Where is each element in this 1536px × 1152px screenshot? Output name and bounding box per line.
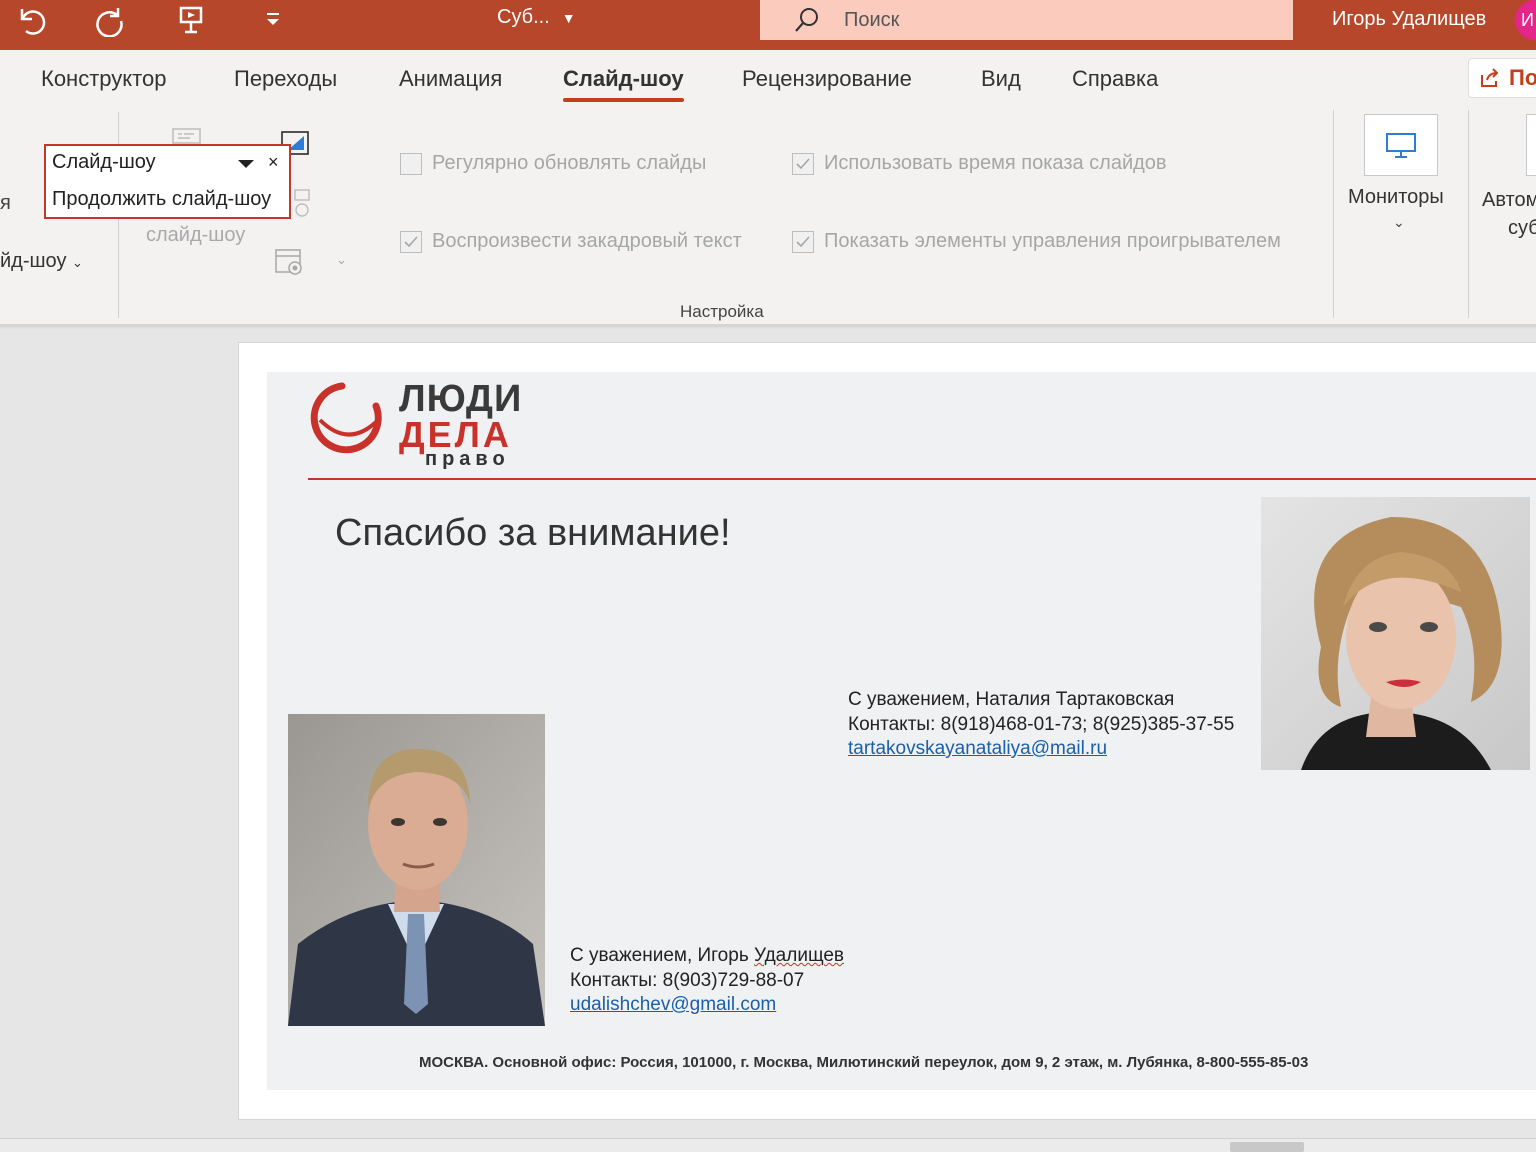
monitors-label[interactable]: Мониторы: [1348, 186, 1444, 209]
ribbon-tabs: Конструктор Переходы Анимация Слайд-шоу …: [0, 50, 1536, 106]
contact2-email-link[interactable]: udalishchev@gmail.com: [570, 994, 776, 1015]
auto-label-line2: суб: [1508, 217, 1536, 239]
user-name[interactable]: Игорь Удалищев: [1332, 8, 1486, 31]
close-icon[interactable]: ×: [268, 152, 279, 173]
slideshow-faded-label: слайд-шоу: [146, 224, 246, 246]
header-divider: [308, 478, 1536, 480]
checkbox-label: Регулярно обновлять слайды: [432, 152, 707, 174]
scrollbar-thumb[interactable]: [1230, 1142, 1304, 1152]
tab-review[interactable]: Рецензирование: [742, 66, 912, 92]
custom-slideshow-label: йд-шоу: [0, 250, 67, 272]
checkbox-box: [792, 152, 814, 175]
photo-woman: [1261, 497, 1530, 770]
slide-setup-icon[interactable]: [172, 126, 202, 144]
tab-view[interactable]: Вид: [981, 66, 1021, 92]
contact2-email-wrap: udalishchev@gmail.com: [570, 994, 776, 1016]
contact1-phones: Контакты: 8(918)468-01-73; 8(925)385-37-…: [848, 714, 1235, 735]
auto-subtitles-button[interactable]: [1526, 114, 1536, 176]
slide-headline: Спасибо за внимание!: [335, 512, 731, 554]
ribbon-separator: [1468, 110, 1469, 318]
title-bar: Суб... ▼ Игорь Удалищев И: [0, 0, 1536, 50]
avatar[interactable]: И: [1515, 0, 1536, 40]
redo-icon[interactable]: [86, 0, 136, 40]
tab-slideshow[interactable]: Слайд-шоу: [563, 66, 684, 102]
checkbox-label: Использовать время показа слайдов: [824, 152, 1167, 174]
chevron-down-icon[interactable]: ⌄: [1393, 214, 1405, 231]
continue-slideshow-item[interactable]: Продолжить слайд-шоу: [52, 188, 271, 211]
checkbox-play-narration[interactable]: Воспроизвести закадровый текст: [400, 230, 742, 253]
tab-animation[interactable]: Анимация: [399, 66, 502, 92]
monitors-button[interactable]: [1364, 114, 1438, 176]
ribbon-divider: [0, 325, 1536, 329]
share-button[interactable]: По: [1468, 58, 1536, 98]
document-title[interactable]: Суб... ▼: [497, 6, 576, 29]
search-input[interactable]: [844, 8, 1244, 32]
share-label: По: [1509, 65, 1536, 90]
chevron-down-icon: ⌄: [72, 255, 83, 270]
chevron-down-icon[interactable]: ⌄: [336, 252, 347, 268]
contact1-email-wrap: tartakovskayanataliya@mail.ru: [848, 738, 1107, 760]
ribbon-separator: [1333, 110, 1334, 318]
undo-icon[interactable]: [6, 0, 56, 40]
tab-transitions[interactable]: Переходы: [234, 66, 337, 92]
checkbox-label: Показать элементы управления проигрывате…: [824, 230, 1281, 252]
start-slideshow-icon[interactable]: [166, 0, 216, 40]
contact2-regards-name: Удалищев: [754, 945, 845, 966]
contact1-email-link[interactable]: tartakovskayanataliya@mail.ru: [848, 738, 1107, 759]
customize-quick-access-icon[interactable]: [248, 0, 298, 40]
contact2-phones: Контакты: 8(903)729-88-07: [570, 970, 805, 991]
slide-footer-address: МОСКВА. Основной офис: Россия, 101000, г…: [419, 1054, 1309, 1071]
slideshow-popup: Слайд-шоу × Продолжить слайд-шоу: [44, 144, 291, 219]
custom-slideshow-button[interactable]: йд-шоу ⌄: [0, 250, 83, 273]
ribbon-cut-label: я: [0, 192, 11, 214]
search-box[interactable]: [760, 0, 1293, 40]
share-icon: [1481, 68, 1499, 87]
checkbox-box: [792, 230, 814, 253]
auto-label-line1: Автом: [1482, 189, 1536, 211]
record-slideshow-icon[interactable]: [274, 248, 306, 278]
photo-man: [288, 714, 545, 1026]
checkbox-use-timings[interactable]: Использовать время показа слайдов: [792, 152, 1167, 175]
checkbox-label: Воспроизвести закадровый текст: [432, 230, 742, 252]
checkbox-box: [400, 230, 422, 253]
group-label-setup: Настройка: [680, 302, 764, 321]
contact1-regards: С уважением, Наталия Тартаковская: [848, 689, 1175, 710]
tab-design[interactable]: Конструктор: [41, 66, 166, 92]
monitor-icon: [1386, 133, 1416, 158]
contact2-regards: С уважением, Игорь Удалищев: [570, 945, 844, 967]
tab-help[interactable]: Справка: [1072, 66, 1158, 92]
checkbox-box: [400, 152, 422, 175]
auto-subtitles-label[interactable]: Автом суб: [1482, 186, 1536, 242]
checkbox-refresh-slides[interactable]: Регулярно обновлять слайды: [400, 152, 706, 175]
contact2-regards-prefix: С уважением, Игорь: [570, 945, 754, 966]
popup-title: Слайд-шоу: [52, 151, 156, 173]
document-title-text: Суб...: [497, 6, 550, 28]
checkbox-show-media-controls[interactable]: Показать элементы управления проигрывате…: [792, 230, 1281, 253]
logo-text-line3: право: [425, 448, 510, 470]
search-icon: [795, 8, 818, 32]
horizontal-scrollbar[interactable]: [0, 1138, 1536, 1152]
dropdown-arrow-icon[interactable]: [236, 154, 256, 174]
chevron-down-icon: ▼: [561, 9, 576, 26]
rehearse-timings-icon[interactable]: [291, 188, 313, 218]
